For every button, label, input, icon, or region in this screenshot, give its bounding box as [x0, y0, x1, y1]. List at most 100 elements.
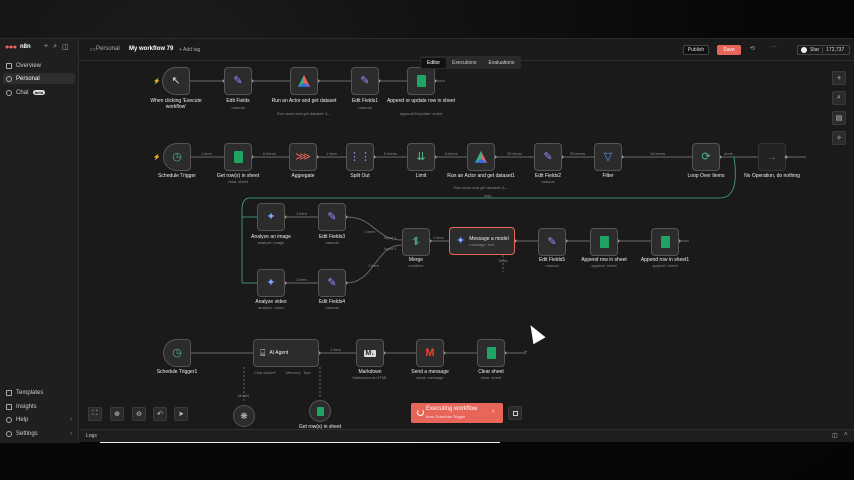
node-aggregate[interactable]: ⋙	[289, 143, 317, 171]
node-message-model[interactable]: ✦ Message a model message: text	[449, 227, 515, 255]
node-get-rows[interactable]	[224, 143, 252, 171]
node-no-operation[interactable]: →	[758, 143, 786, 171]
edge-label: 16 items	[650, 151, 666, 156]
memory-port-label: Memory	[286, 370, 301, 375]
node-edit-fields2[interactable]: ✎	[534, 143, 562, 171]
node-ai-agent[interactable]: ⌸ AI Agent	[253, 339, 319, 367]
node-label: Loop Over Items	[687, 173, 725, 179]
tool-port-label: Tool	[303, 370, 311, 375]
gemini-icon: ✦	[266, 210, 276, 223]
chevron-up-icon[interactable]: ˄	[844, 432, 848, 438]
search-nodes-button[interactable]: ⌕	[832, 91, 846, 105]
editor-tabs: Editor Executions Evaluations	[420, 56, 522, 69]
loop-icon: ⟳	[701, 150, 711, 163]
node-label: Filter	[602, 173, 614, 179]
node-run-actor[interactable]	[290, 67, 318, 95]
edge-label: loop	[484, 193, 492, 198]
split-icon: ⋮⋮	[349, 150, 371, 163]
logs-panel[interactable]: Logs ◫ ˄	[80, 429, 854, 443]
node-label: AI Agent	[269, 350, 289, 356]
node-edit-fields[interactable]: ✎	[224, 67, 252, 95]
google-sheets-icon	[316, 406, 324, 416]
executing-workflow-button[interactable]: Executing workflow from Schedule Trigger…	[411, 403, 503, 423]
gmail-icon: M	[425, 346, 435, 359]
node-sublabel: manual	[231, 105, 245, 110]
trigger-bolt-icon: ⚡	[153, 79, 161, 85]
node-sublabel: analyze: video	[258, 305, 284, 310]
plus-icon: +	[836, 74, 842, 82]
pencil-icon: ✎	[543, 150, 553, 163]
node-append-update-row[interactable]	[407, 67, 435, 95]
expand-icon[interactable]: ◫	[832, 432, 838, 439]
node-label: When clicking 'Execute workflow'	[150, 98, 202, 110]
undo-button[interactable]: ↶	[153, 407, 167, 421]
add-node-plus-icon[interactable]: +	[524, 350, 528, 356]
node-limit[interactable]: ⇊	[407, 143, 435, 171]
node-edit-fields3[interactable]: ✎	[318, 203, 346, 231]
ai-assistant-button[interactable]: ✧	[832, 131, 846, 145]
gemini-icon: ✦	[456, 234, 466, 247]
edge-label: 1 item	[330, 347, 341, 352]
node-label: No Operation, do nothing	[744, 173, 800, 179]
node-analyze-image[interactable]: ✦	[257, 203, 285, 231]
fit-view-button[interactable]: ⛶	[88, 407, 102, 421]
node-append-row1[interactable]	[651, 228, 679, 256]
node-split-out[interactable]: ⋮⋮	[346, 143, 374, 171]
add-node-button[interactable]: +	[832, 71, 846, 85]
node-append-row[interactable]	[590, 228, 618, 256]
node-loop-over-items[interactable]: ⟳	[692, 143, 720, 171]
tab-evaluations[interactable]: Evaluations	[483, 58, 521, 68]
stop-execution-button[interactable]	[508, 406, 522, 420]
node-sublabel: read: sheet	[227, 179, 248, 184]
chevron-right-icon: ›	[492, 408, 495, 415]
execution-title: Executing workflow	[426, 406, 478, 412]
node-send-message[interactable]: M	[416, 339, 444, 367]
robot-icon: ⌸	[260, 347, 266, 358]
node-analyze-video[interactable]: ✦	[257, 269, 285, 297]
node-markdown[interactable]: M↓	[356, 339, 384, 367]
edge-label: Input 2	[384, 246, 397, 251]
tab-editor[interactable]: Editor	[421, 57, 447, 68]
sparkle-icon: ✧	[836, 135, 842, 142]
node-edit-fields5[interactable]: ✎	[538, 228, 566, 256]
zoom-in-button[interactable]: ⊕	[110, 407, 124, 421]
node-sublabel: append: sheet	[591, 263, 617, 268]
google-sheets-icon	[660, 236, 670, 248]
node-schedule-trigger[interactable]: ◷	[163, 143, 191, 171]
node-clear-sheet[interactable]	[477, 339, 505, 367]
node-sublabel: appendOrUpdate: sheet	[399, 111, 443, 116]
node-edit-fields1[interactable]: ✎	[351, 67, 379, 95]
node-sublabel: Run actor and get dataset: A...	[453, 185, 509, 190]
google-sheets-icon	[233, 151, 243, 163]
node-sublabel: manual	[541, 179, 555, 184]
node-filter[interactable]: ▽	[594, 143, 622, 171]
zoom-out-icon: ⊖	[136, 411, 142, 418]
node-label: Schedule Trigger	[158, 173, 196, 179]
search-icon: ⌕	[837, 94, 841, 101]
sticky-note-button[interactable]: ▤	[832, 111, 846, 125]
node-edit-fields4[interactable]: ✎	[318, 269, 346, 297]
node-run-actor1[interactable]	[467, 143, 495, 171]
edge-label: Tools	[498, 258, 508, 263]
select-tool-button[interactable]: ➤	[174, 407, 188, 421]
node-get-rows1-tool[interactable]	[309, 400, 331, 422]
edge-label: 6 items	[445, 151, 458, 156]
cursor-click-icon: ↖	[171, 74, 181, 87]
undo-icon: ↶	[157, 411, 163, 418]
edge-label: done	[724, 151, 733, 156]
edge-label: 1 item	[433, 235, 444, 240]
tab-executions[interactable]: Executions	[446, 58, 482, 68]
zoom-out-button[interactable]: ⊖	[132, 407, 146, 421]
markdown-icon: M↓	[364, 349, 376, 357]
node-merge[interactable]: ⥮	[402, 228, 430, 256]
zoom-in-icon: ⊕	[114, 411, 120, 418]
clock-icon: ◷	[172, 150, 182, 163]
node-label: Run an Actor and get dataset	[271, 98, 337, 104]
fit-view-icon: ⛶	[92, 410, 98, 417]
node-schedule-trigger1[interactable]: ◷	[163, 339, 191, 367]
node-chat-model[interactable]: ❋	[233, 405, 255, 427]
node-label: Edit Fields	[226, 98, 250, 104]
chat-model-port-label: Chat Model*	[254, 370, 277, 375]
node-execute-workflow[interactable]: ↖	[162, 67, 190, 95]
trigger-bolt-icon: ⚡	[153, 155, 161, 161]
